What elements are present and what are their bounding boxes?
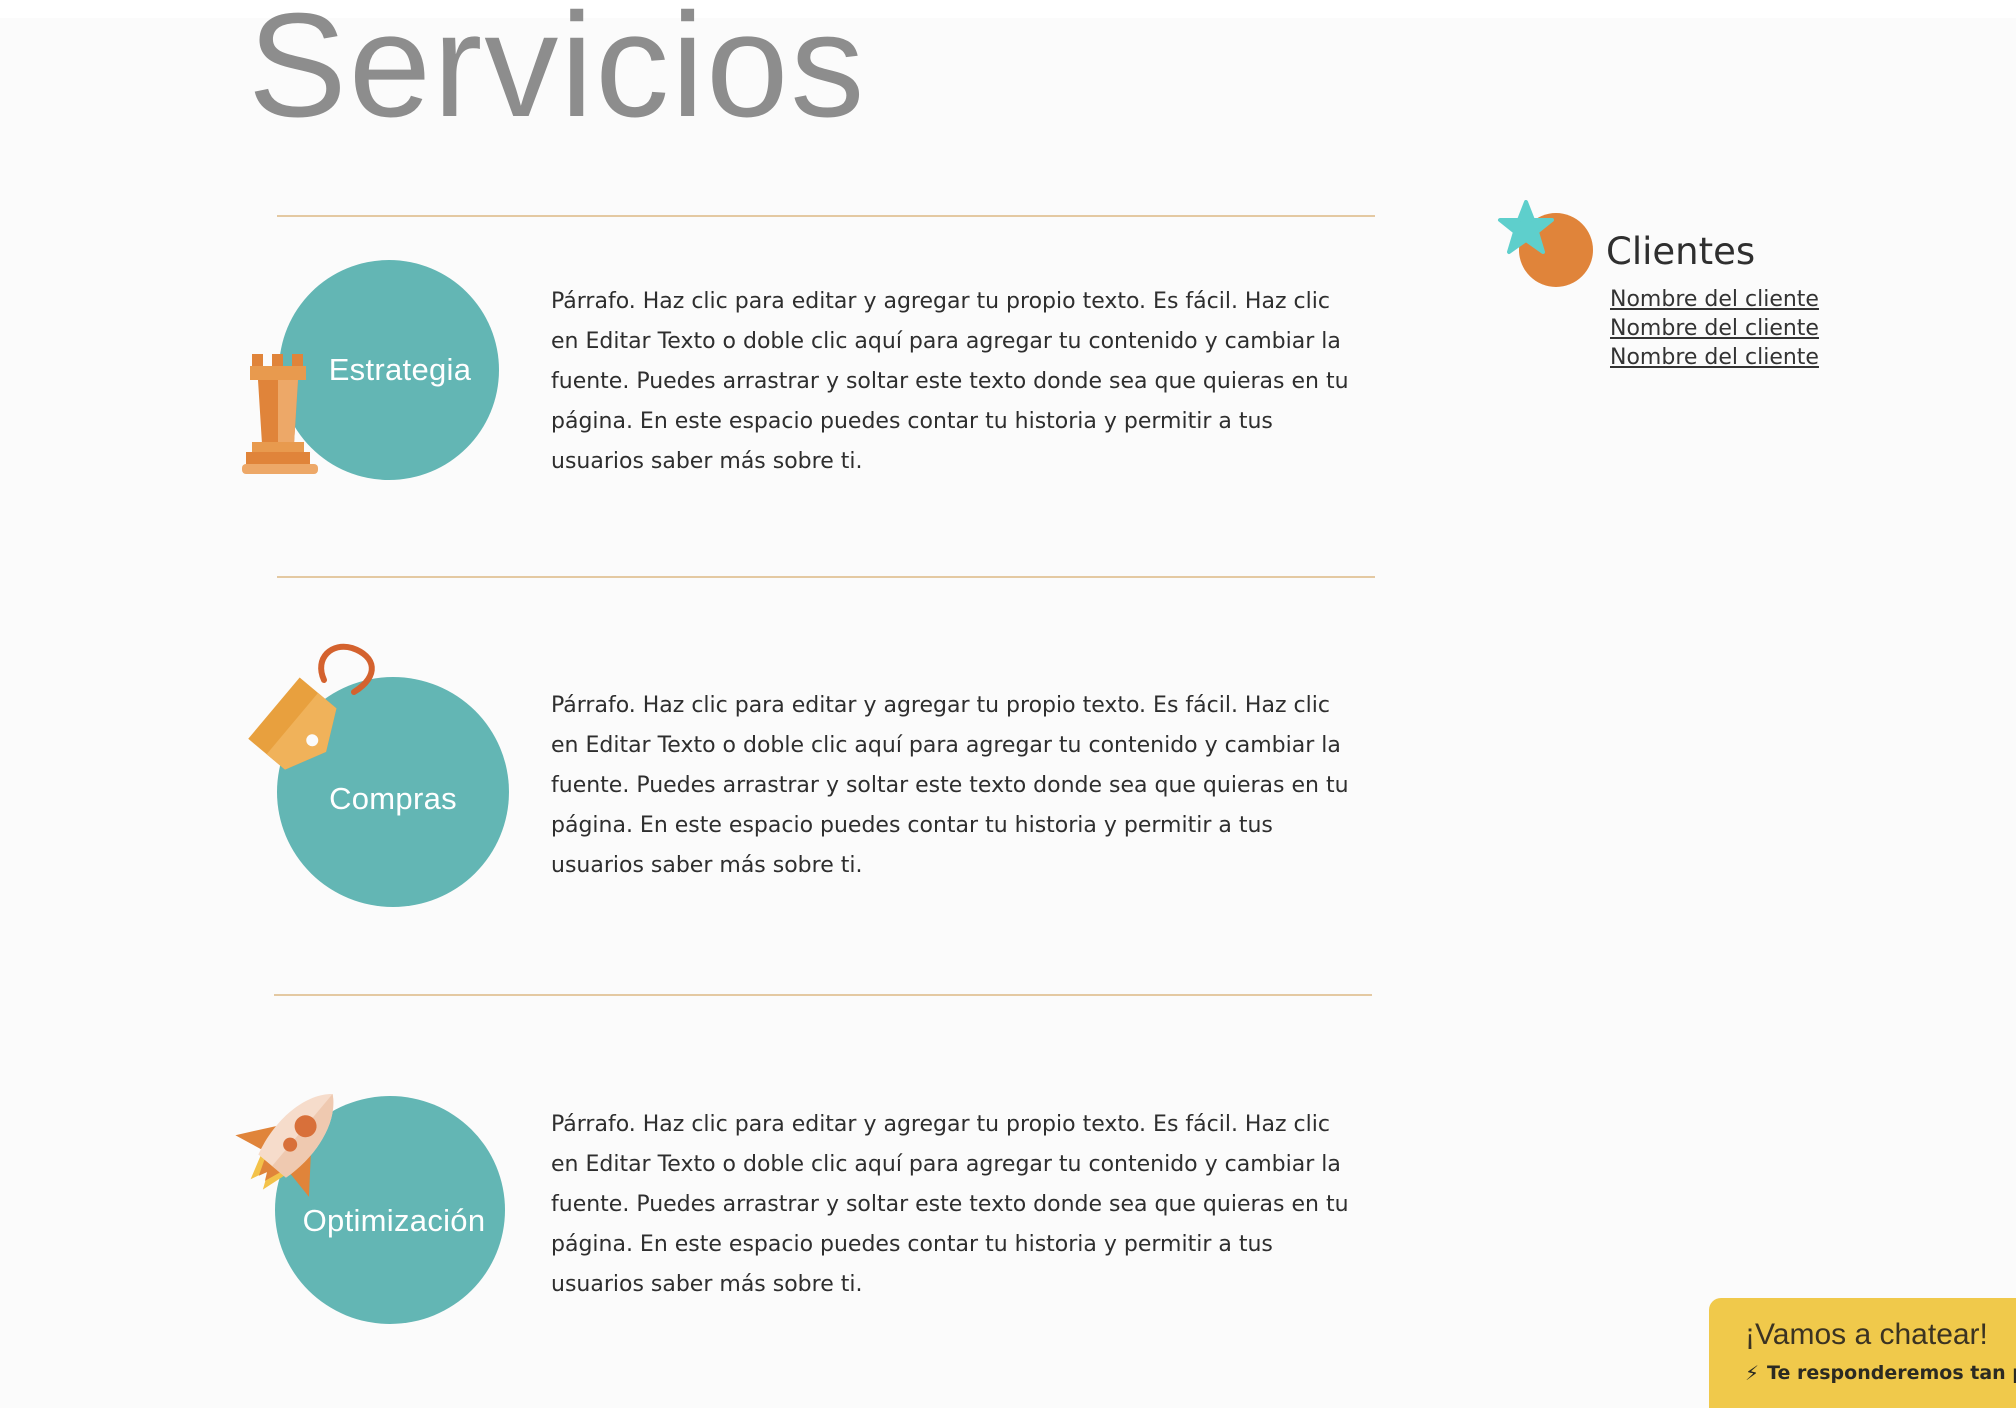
client-item: Nombre del cliente bbox=[1610, 343, 1819, 372]
lightning-icon: ⚡ bbox=[1745, 1361, 1760, 1385]
client-item: Nombre del cliente bbox=[1610, 285, 1819, 314]
service-description: Párrafo. Haz clic para editar y agregar … bbox=[551, 693, 1349, 878]
client-item: Nombre del cliente bbox=[1610, 314, 1819, 343]
service-label: Compras bbox=[329, 781, 457, 816]
chat-subtitle: ⚡ Te responderemos tan p bbox=[1745, 1361, 2016, 1385]
chat-widget[interactable]: ¡Vamos a chatear! ⚡ Te responderemos tan… bbox=[1709, 1298, 2016, 1408]
service-label: Estrategia bbox=[328, 352, 472, 387]
star-badge-icon bbox=[1498, 200, 1593, 287]
divider bbox=[277, 576, 1375, 578]
clients-list: Nombre del cliente Nombre del cliente No… bbox=[1610, 285, 1819, 372]
client-link[interactable]: Nombre del cliente bbox=[1610, 343, 1819, 372]
client-link[interactable]: Nombre del cliente bbox=[1610, 314, 1819, 343]
client-link[interactable]: Nombre del cliente bbox=[1610, 285, 1819, 314]
service-description: Párrafo. Haz clic para editar y agregar … bbox=[551, 289, 1349, 474]
clients-title: Clientes bbox=[1606, 230, 1756, 273]
chat-subtitle-text: Te responderemos tan p bbox=[1767, 1362, 2016, 1384]
rocket-icon bbox=[235, 1094, 334, 1197]
service-label: Optimización bbox=[302, 1203, 486, 1238]
price-tag-icon bbox=[248, 643, 375, 770]
service-description: Párrafo. Haz clic para editar y agregar … bbox=[551, 1112, 1349, 1297]
chess-rook-icon bbox=[242, 354, 318, 474]
page-title: Servicios bbox=[248, 0, 867, 148]
divider bbox=[277, 215, 1375, 217]
chat-title: ¡Vamos a chatear! bbox=[1745, 1318, 1988, 1351]
divider bbox=[274, 994, 1372, 996]
